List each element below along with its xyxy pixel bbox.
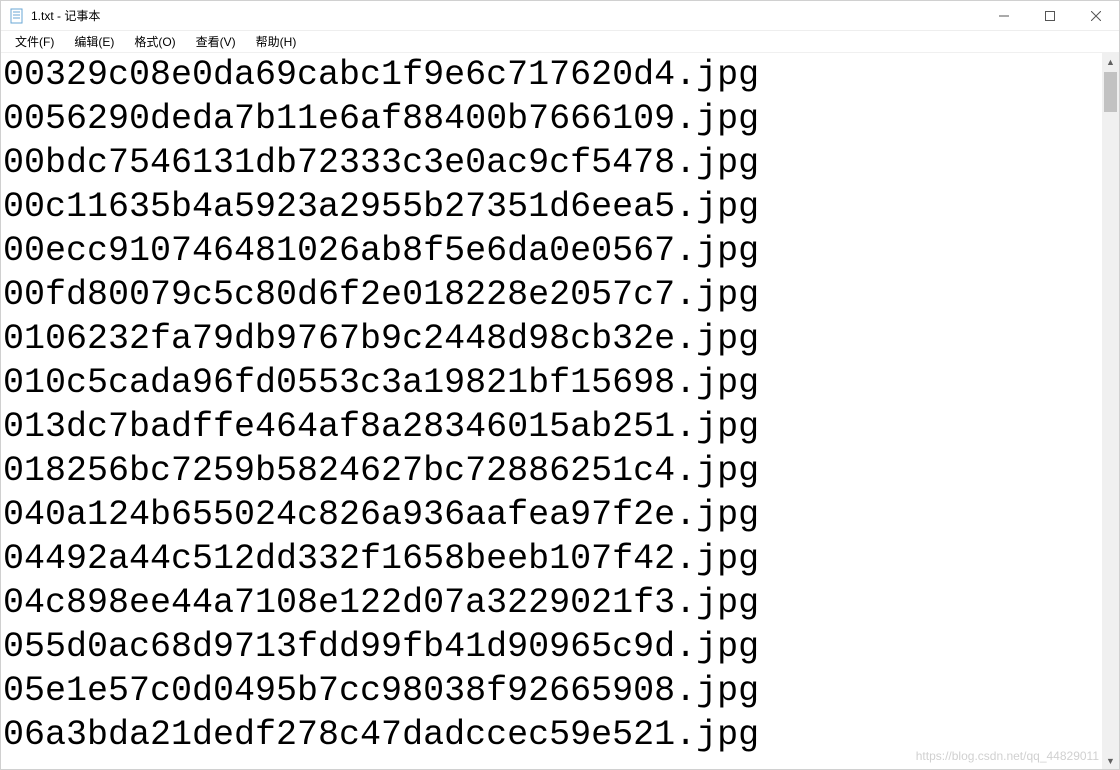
close-button[interactable]	[1073, 1, 1119, 31]
minimize-button[interactable]	[981, 1, 1027, 31]
scrollbar-thumb[interactable]	[1104, 72, 1117, 112]
text-content[interactable]: 00329c08e0da69cabc1f9e6c717620d4.jpg 005…	[1, 53, 1102, 757]
scroll-up-arrow-icon[interactable]: ▲	[1102, 53, 1119, 70]
menu-file[interactable]: 文件(F)	[7, 31, 62, 52]
titlebar: 1.txt - 记事本	[1, 1, 1119, 31]
menubar: 文件(F) 编辑(E) 格式(O) 查看(V) 帮助(H)	[1, 31, 1119, 53]
menu-edit[interactable]: 编辑(E)	[66, 31, 122, 52]
menu-format[interactable]: 格式(O)	[126, 31, 183, 52]
menu-view[interactable]: 查看(V)	[188, 31, 244, 52]
text-area[interactable]: 00329c08e0da69cabc1f9e6c717620d4.jpg 005…	[1, 53, 1102, 769]
vertical-scrollbar[interactable]: ▲ ▼	[1102, 53, 1119, 769]
window-title: 1.txt - 记事本	[31, 7, 100, 24]
menu-help[interactable]: 帮助(H)	[248, 31, 305, 52]
scroll-down-arrow-icon[interactable]: ▼	[1102, 752, 1119, 769]
maximize-button[interactable]	[1027, 1, 1073, 31]
scrollbar-track[interactable]	[1102, 70, 1119, 752]
notepad-icon	[9, 8, 25, 24]
